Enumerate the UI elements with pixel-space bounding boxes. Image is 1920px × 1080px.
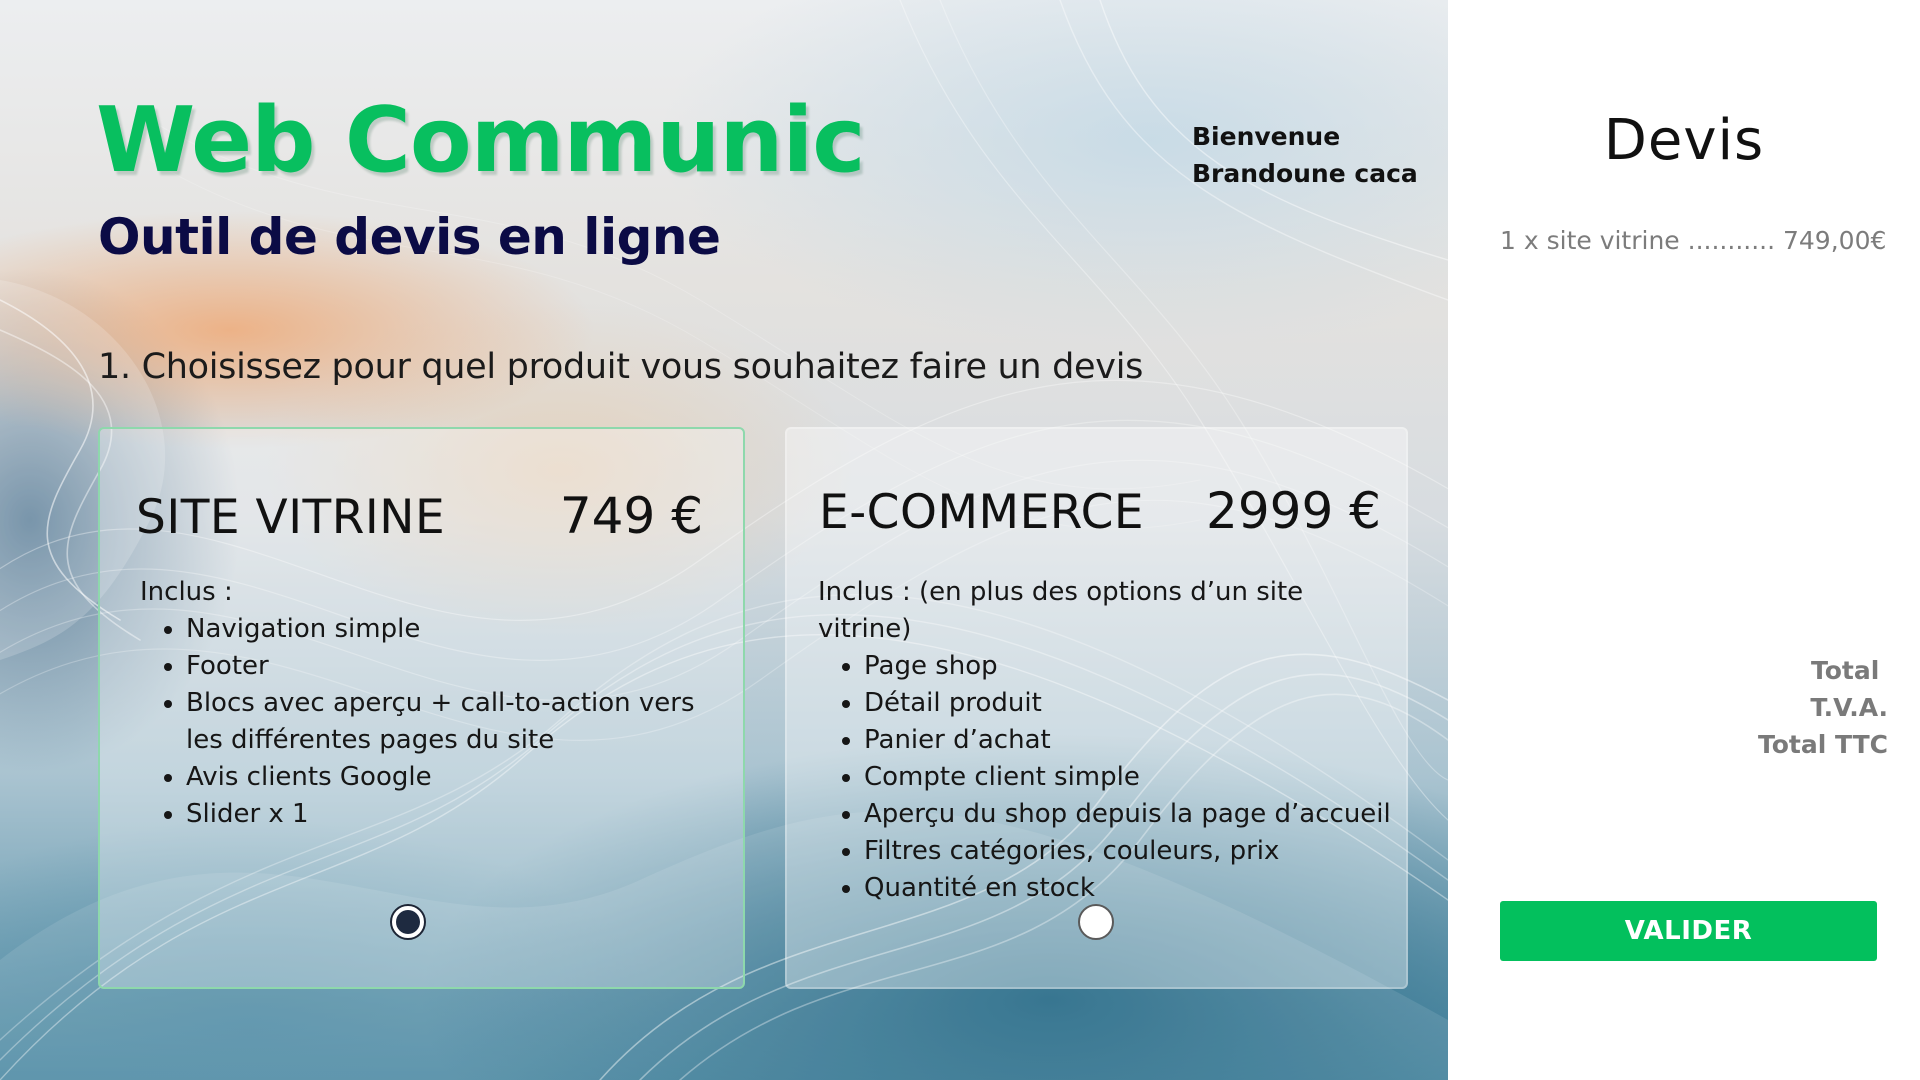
includes-label: Inclus : xyxy=(140,577,233,607)
feature-item: Compte client simple xyxy=(864,759,1403,796)
quote-line-item: 1 x site vitrine ........... 749,00€ xyxy=(1500,226,1887,255)
includes-label: Inclus : (en plus des options d’un site … xyxy=(818,577,1304,644)
brand-title: Web Communic xyxy=(96,88,866,193)
feature-item: Footer xyxy=(186,648,700,685)
product-name: E-COMMERCE xyxy=(819,485,1145,540)
welcome-message: Bienvenue Brandoune caca xyxy=(1192,118,1418,192)
feature-item: Slider x 1 xyxy=(186,796,700,833)
total-label: Total xyxy=(1810,656,1888,685)
product-name: SITE VITRINE xyxy=(136,490,446,545)
product-price: 2999 € xyxy=(1206,482,1381,540)
feature-item: Filtres catégories, couleurs, prix xyxy=(864,833,1403,870)
product-card-e-commerce[interactable]: E-COMMERCE 2999 € Inclus : (en plus des … xyxy=(785,427,1408,989)
select-site-vitrine-radio[interactable] xyxy=(390,904,426,940)
validate-button[interactable]: VALIDER xyxy=(1500,901,1877,961)
feature-item: Quantité en stock xyxy=(864,870,1403,907)
user-name: Brandoune caca xyxy=(1192,159,1418,188)
hero-background: Web Communic Outil de devis en ligne Bie… xyxy=(0,0,1448,1080)
product-price: 749 € xyxy=(559,487,703,545)
select-e-commerce-radio[interactable] xyxy=(1078,904,1114,940)
feature-item: Avis clients Google xyxy=(186,759,700,796)
product-card-site-vitrine[interactable]: SITE VITRINE 749 € Inclus : Navigation s… xyxy=(98,427,745,989)
feature-item: Panier d’achat xyxy=(864,722,1403,759)
vat-label: T.V.A. xyxy=(1810,693,1888,722)
feature-item: Détail produit xyxy=(864,685,1403,722)
product-features: Inclus : (en plus des options d’un site … xyxy=(818,574,1403,907)
product-features: Inclus : Navigation simple Footer Blocs … xyxy=(140,574,700,833)
feature-item: Blocs avec aperçu + call-to-action vers … xyxy=(186,685,700,759)
total-ttc-label: Total TTC xyxy=(1757,730,1888,759)
quote-totals: Total T.V.A. Total TTC xyxy=(1758,652,1888,763)
feature-list: Page shop Détail produit Panier d’achat … xyxy=(818,648,1403,907)
feature-list: Navigation simple Footer Blocs avec aper… xyxy=(140,611,700,833)
step-title: 1. Choisissez pour quel produit vous sou… xyxy=(98,347,1144,387)
welcome-greeting: Bienvenue xyxy=(1192,122,1341,151)
feature-item: Page shop xyxy=(864,648,1403,685)
quote-title: Devis xyxy=(1603,108,1765,173)
feature-item: Navigation simple xyxy=(186,611,700,648)
brand-subtitle: Outil de devis en ligne xyxy=(98,208,721,266)
feature-item: Aperçu du shop depuis la page d’accueil xyxy=(864,796,1403,833)
radio-selected-dot xyxy=(396,910,420,934)
quote-panel: Devis 1 x site vitrine ........... 749,0… xyxy=(1448,0,1920,1080)
